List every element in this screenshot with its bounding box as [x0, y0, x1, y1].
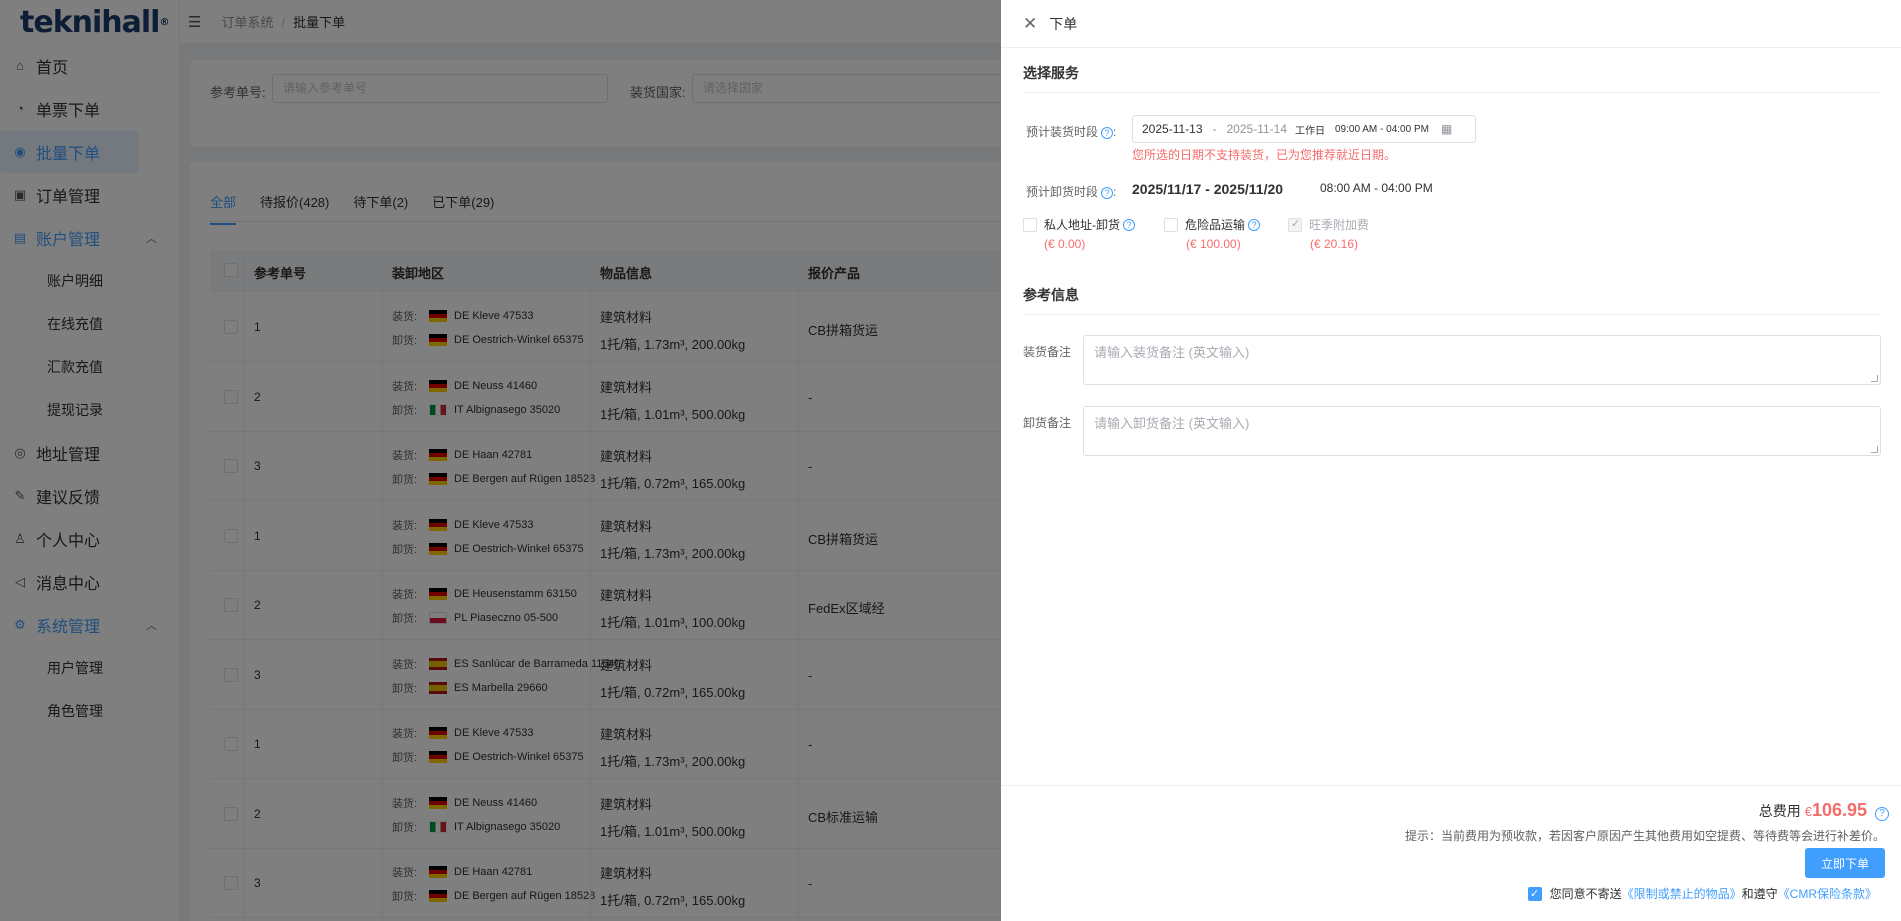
help-icon[interactable]: ? — [1101, 126, 1114, 139]
restricted-items-link[interactable]: 《限制或禁止的物品》 — [1622, 885, 1742, 902]
load-start-date: 2025-11-13 — [1142, 122, 1203, 136]
ref-section-title: 参考信息 — [1023, 287, 1079, 303]
section-divider — [1023, 314, 1881, 315]
modal-overlay[interactable] — [0, 0, 1001, 921]
total-fee: 总费用 €106.95 ? — [1759, 800, 1889, 821]
load-period-label: 预计装货时段?: — [1026, 125, 1117, 139]
drawer-header: ✕ 下单 — [1001, 0, 1901, 48]
order-drawer: ✕ 下单 选择服务 预计装货时段?: 2025-11-13 - 2025-11-… — [1001, 0, 1901, 921]
help-icon[interactable]: ? — [1248, 218, 1261, 231]
peak-surcharge-checkbox: 旺季附加费 — [1288, 216, 1369, 233]
dangerous-goods-checkbox[interactable]: 危险品运输? — [1164, 216, 1261, 233]
unload-dates: 2025/11/17 - 2025/11/20 — [1132, 181, 1284, 197]
cmr-terms-link[interactable]: 《CMR保险条款》 — [1778, 885, 1877, 902]
calendar-icon: ▦ — [1440, 122, 1453, 136]
load-date-picker[interactable]: 2025-11-13 - 2025-11-14 工作日 09:00 AM - 0… — [1132, 115, 1476, 143]
footer-divider — [1001, 785, 1901, 786]
unload-note-textarea[interactable]: 请输入卸货备注 (英文输入) — [1083, 406, 1881, 456]
help-icon[interactable]: ? — [1875, 807, 1889, 821]
close-icon[interactable]: ✕ — [1023, 14, 1037, 34]
agreement: ✓ 您同意不寄送 《限制或禁止的物品》 和遵守 《CMR保险条款》 — [1527, 885, 1877, 902]
help-icon[interactable]: ? — [1101, 186, 1114, 199]
load-date-error: 您所选的日期不支持装货，已为您推荐就近日期。 — [1132, 148, 1397, 162]
submit-order-button[interactable]: 立即下单 — [1805, 848, 1885, 878]
workday-label: 工作日 — [1295, 125, 1325, 137]
unload-note-label: 卸货备注 — [1023, 416, 1072, 430]
unload-period-label: 预计卸货时段?: — [1026, 185, 1117, 199]
service-section-title: 选择服务 — [1023, 65, 1079, 81]
unload-time: 08:00 AM - 04:00 PM — [1320, 181, 1433, 195]
agree-checkbox[interactable]: ✓ — [1527, 886, 1542, 901]
fee-hint: 提示：当前费用为预收款，若因客户原因产生其他费用如空提费、等待费等会进行补差价。 — [1404, 829, 1885, 843]
dangerous-goods-price: (€ 100.00) — [1186, 237, 1241, 251]
help-icon[interactable]: ? — [1123, 218, 1135, 231]
load-end-date: 2025-11-14 — [1226, 122, 1288, 136]
section-divider — [1023, 92, 1881, 93]
total-amount: 106.95 — [1811, 800, 1867, 820]
drawer-title: 下单 — [1049, 15, 1078, 32]
private-address-price: (€ 0.00) — [1044, 237, 1086, 251]
load-note-label: 装货备注 — [1023, 345, 1072, 359]
private-address-checkbox[interactable]: 私人地址-卸货? — [1023, 216, 1135, 233]
load-time-range: 09:00 AM - 04:00 PM — [1335, 123, 1429, 135]
peak-surcharge-price: (€ 20.16) — [1310, 237, 1359, 251]
load-note-textarea[interactable]: 请输入装货备注 (英文输入) — [1083, 335, 1881, 385]
